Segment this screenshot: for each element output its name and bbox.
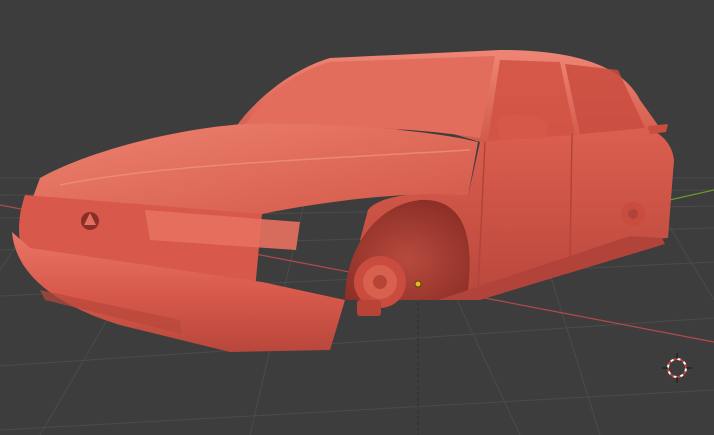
car-body-mesh[interactable] — [12, 50, 674, 352]
viewport-scene[interactable] — [0, 0, 714, 435]
3d-cursor-icon[interactable] — [662, 353, 692, 383]
object-origin-icon[interactable] — [414, 280, 422, 288]
rear-brake-assembly[interactable] — [621, 202, 645, 226]
3d-viewport[interactable] — [0, 0, 714, 435]
front-emblem-icon — [81, 212, 99, 230]
front-brake-assembly[interactable] — [354, 256, 406, 316]
